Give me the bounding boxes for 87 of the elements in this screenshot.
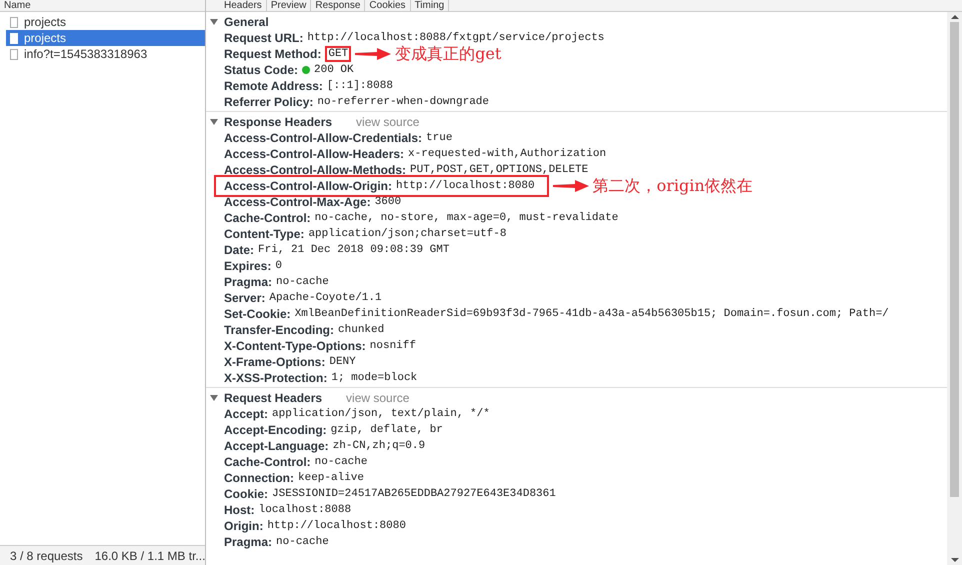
header-value: x-requested-with,Authorization xyxy=(408,146,606,162)
section-title[interactable]: Request Headers xyxy=(224,388,322,406)
header-name: Access-Control-Allow-Origin: xyxy=(224,178,392,195)
request-count: 3 / 8 requests xyxy=(10,548,83,564)
panel-tab[interactable]: Headers xyxy=(220,0,267,11)
arrow-icon xyxy=(355,48,392,60)
expanded-triangle-icon[interactable] xyxy=(210,394,218,400)
header-value: http://localhost:8080 xyxy=(396,178,535,194)
header-name: Request URL: xyxy=(224,30,304,47)
view-source-link[interactable]: view source xyxy=(346,388,410,406)
header-value: no-cache xyxy=(276,274,329,290)
header-value: Fri, 21 Dec 2018 09:08:39 GMT xyxy=(258,242,450,258)
header-name: Cache-Control: xyxy=(224,454,311,471)
header-name: Accept-Encoding: xyxy=(224,422,327,439)
header-value: http://localhost:8080 xyxy=(267,518,406,534)
header-name: Set-Cookie: xyxy=(224,306,291,323)
panel-tab[interactable]: Cookies xyxy=(365,0,411,11)
header-name: Transfer-Encoding: xyxy=(224,322,334,339)
header-value: DENY xyxy=(329,354,356,370)
header-name: Server: xyxy=(224,290,266,307)
header-value: 0 xyxy=(275,258,282,274)
annotation-note: 变成真正的get xyxy=(395,46,502,62)
header-name: Access-Control-Allow-Headers: xyxy=(224,146,404,163)
scroll-thumb[interactable] xyxy=(950,22,959,497)
header-value: GET xyxy=(325,46,352,62)
document-icon xyxy=(10,48,18,60)
view-source-link[interactable]: view source xyxy=(356,112,420,130)
document-icon xyxy=(10,32,18,44)
transfer-size: 16.0 KB / 1.1 MB tr... xyxy=(94,548,206,564)
header-name: Status Code: xyxy=(224,62,298,79)
header-name: Connection: xyxy=(224,470,294,487)
header-value: [::1]:8088 xyxy=(326,78,393,94)
panel-tab[interactable]: Timing xyxy=(410,0,450,11)
header-value: Apache-Coyote/1.1 xyxy=(269,290,382,306)
scroll-down-icon[interactable] xyxy=(950,558,958,562)
panel-tab[interactable]: Response xyxy=(311,0,366,11)
header-value: 3600 xyxy=(374,194,402,210)
header-value: 1; mode=block xyxy=(331,370,418,386)
header-value: gzip, deflate, br xyxy=(330,422,443,438)
header-value: true xyxy=(426,130,452,146)
document-icon xyxy=(10,16,18,28)
arrow-icon xyxy=(552,180,589,192)
expanded-triangle-icon[interactable] xyxy=(210,118,218,124)
header-value: zh-CN,zh;q=0.9 xyxy=(332,438,426,454)
header-name: Access-Control-Allow-Credentials: xyxy=(224,130,422,147)
header-name: Accept-Language: xyxy=(224,438,329,455)
header-value: localhost:8088 xyxy=(258,502,352,518)
header-name: X-XSS-Protection: xyxy=(224,370,328,387)
header-value: nosniff xyxy=(370,338,416,354)
header-name: X-Frame-Options: xyxy=(224,354,326,371)
header-name: Cache-Control: xyxy=(224,210,311,227)
header-name: Pragma: xyxy=(224,274,272,291)
header-value: no-cache xyxy=(276,534,329,550)
header-name: Pragma: xyxy=(224,534,272,551)
request-item[interactable]: projects xyxy=(6,30,205,46)
header-value: PUT,POST,GET,OPTIONS,DELETE xyxy=(410,162,588,178)
header-value: chunked xyxy=(338,322,384,338)
header-name: Host: xyxy=(224,502,255,519)
header-name: Remote Address: xyxy=(224,78,323,95)
header-name: Access-Control-Allow-Methods: xyxy=(224,162,406,179)
header-value: JSESSIONID=24517AB265EDDBA27927E643E34D8361 xyxy=(272,486,556,502)
header-value: http://localhost:8088/fxtgpt/service/projects xyxy=(307,30,604,46)
section-title[interactable]: General xyxy=(224,12,269,30)
header-value: no-referrer-when-downgrade xyxy=(317,94,490,110)
expanded-triangle-icon[interactable] xyxy=(210,18,218,24)
panel-tab[interactable]: Preview xyxy=(266,0,312,11)
header-name: Access-Control-Max-Age: xyxy=(224,194,371,211)
header-name: Accept: xyxy=(224,406,268,423)
header-name: Expires: xyxy=(224,258,272,275)
column-header: Name xyxy=(4,0,31,11)
header-value: application/json, text/plain, */* xyxy=(272,406,490,422)
scrollbar[interactable] xyxy=(947,12,962,565)
header-name: Content-Type: xyxy=(224,226,304,243)
header-value: XmlBeanDefinitionReaderSid=69b93f3d-7965-41db-a43a-a54b56305b15; Domain=.fosun.com; Path=/ xyxy=(294,306,889,322)
header-name: Request Method: xyxy=(224,46,322,63)
header-name: Cookie: xyxy=(224,486,268,503)
header-name: Referrer Policy: xyxy=(224,94,314,111)
section-title[interactable]: Response Headers xyxy=(224,112,332,130)
header-value: 200 OK xyxy=(314,62,354,78)
annotation-note: 第二次，origin依然在 xyxy=(592,178,753,194)
header-name: Origin: xyxy=(224,518,264,535)
header-name: X-Content-Type-Options: xyxy=(224,338,366,355)
header-name: Date: xyxy=(224,242,254,259)
header-value: no-cache xyxy=(314,454,368,470)
header-value: no-cache, no-store, max-age=0, must-revalidate xyxy=(314,210,618,226)
header-value: application/json;charset=utf-8 xyxy=(308,226,506,242)
header-value: keep-alive xyxy=(298,470,364,486)
